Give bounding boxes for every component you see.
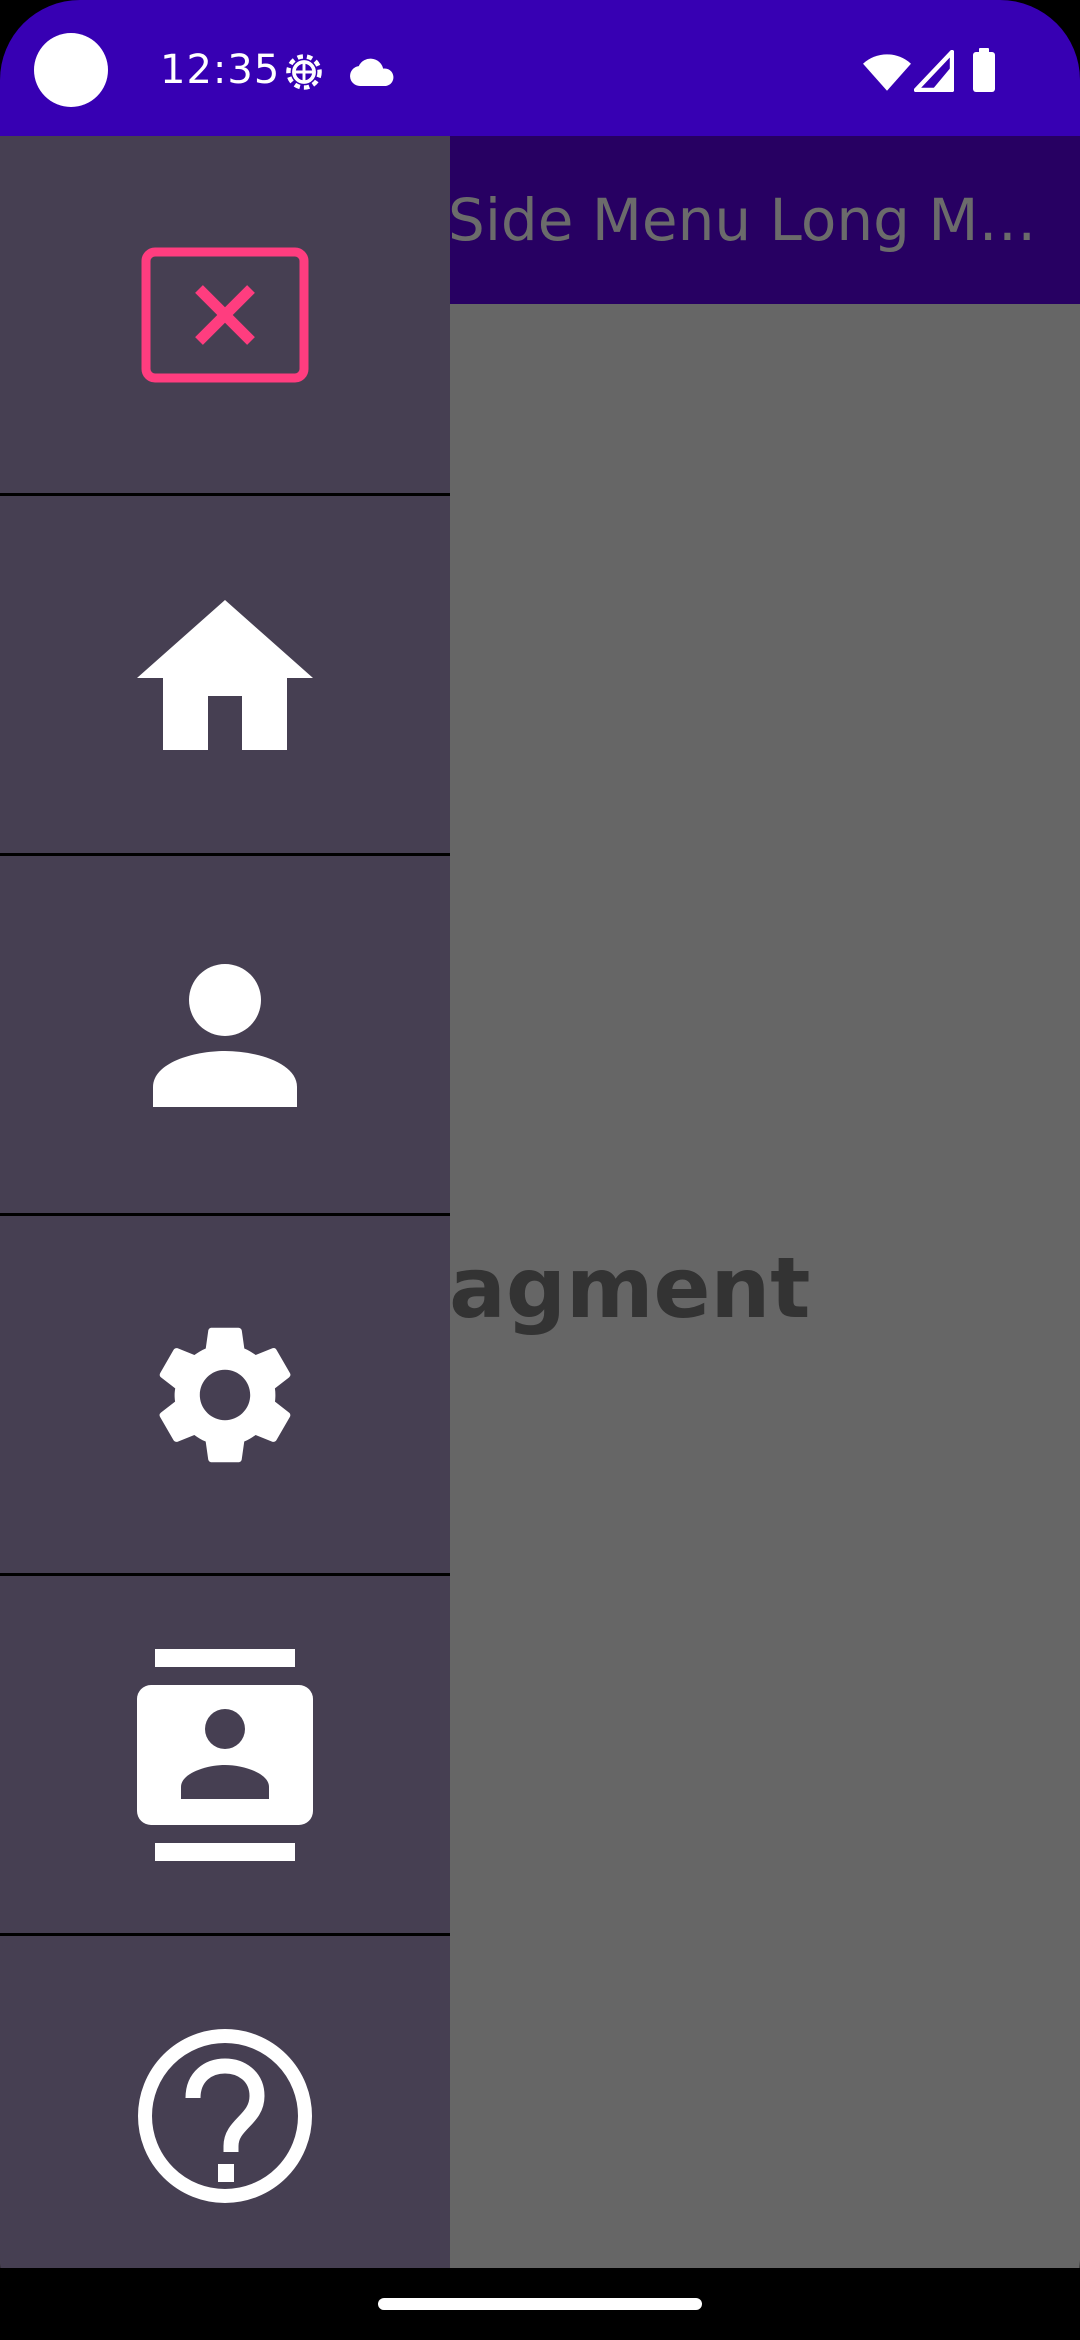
menu-item-settings[interactable] <box>0 1216 450 1576</box>
menu-item-help[interactable] <box>0 1936 450 2296</box>
app-content: Side Menu Long Me… e Fragment <box>0 136 1080 2268</box>
settings-gear-icon <box>286 54 322 90</box>
home-icon <box>137 599 313 750</box>
camera-cutout <box>34 33 108 107</box>
menu-item-home[interactable] <box>0 496 450 856</box>
side-menu-drawer <box>0 136 450 2268</box>
status-bar: 12:35 <box>0 0 1080 136</box>
status-time: 12:35 <box>160 47 281 93</box>
settings-icon <box>159 1327 291 1462</box>
navigation-bar <box>0 2268 1080 2340</box>
cloud-icon <box>350 58 394 86</box>
toolbar-title: Side Menu Long Me… <box>448 186 1048 254</box>
person-icon <box>153 963 297 1107</box>
menu-item-contacts[interactable] <box>0 1576 450 1936</box>
close-icon <box>141 247 309 382</box>
home-gesture-handle[interactable] <box>378 2298 702 2310</box>
cellular-signal-icon <box>914 50 954 92</box>
menu-item-profile[interactable] <box>0 856 450 1216</box>
help-icon <box>138 2029 312 2203</box>
menu-item-close[interactable] <box>0 136 450 496</box>
wifi-icon <box>863 54 911 91</box>
battery-icon <box>973 48 995 92</box>
device-screen: 12:35 Side Menu Long Me… e Fragment <box>0 0 1080 2340</box>
contacts-icon <box>137 1648 313 1861</box>
